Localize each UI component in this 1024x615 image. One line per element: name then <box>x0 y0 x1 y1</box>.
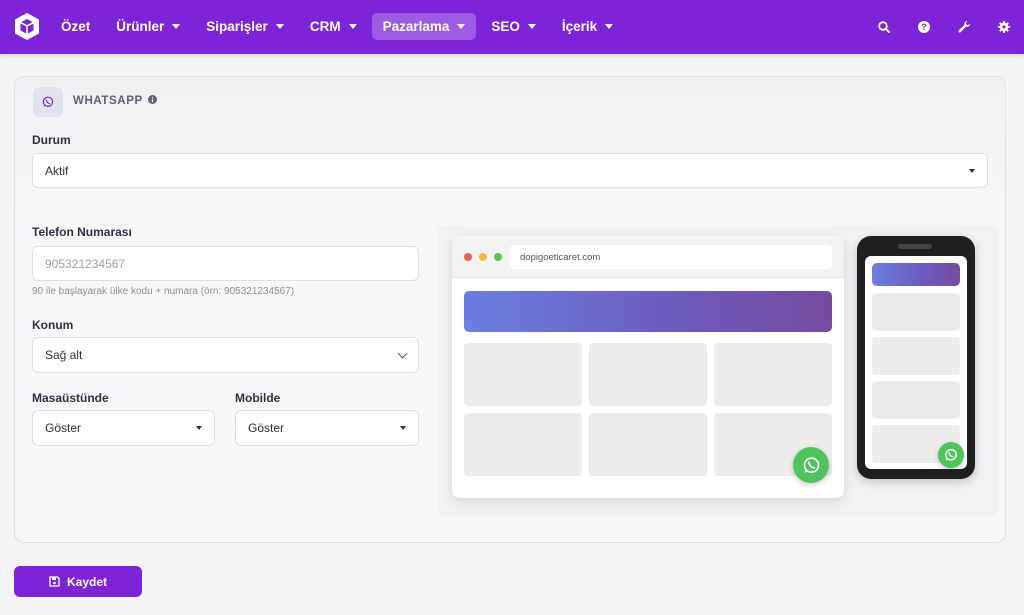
nav-item-label: Pazarlama <box>382 19 450 34</box>
preview-banner <box>872 263 960 286</box>
position-label: Konum <box>32 318 74 332</box>
help-icon[interactable]: ? <box>904 13 944 40</box>
browser-url: dopigoeticaret.com <box>510 245 832 269</box>
caret-down-icon <box>400 426 406 430</box>
desktop-label: Masaüstünde <box>32 391 109 405</box>
nav-item-icerik[interactable]: İçerik <box>551 13 624 40</box>
nav-item-label: Ürünler <box>116 19 165 34</box>
preview-tile <box>872 381 960 419</box>
mobile-preview <box>857 236 975 479</box>
browser-toolbar: dopigoeticaret.com <box>452 236 844 278</box>
status-select[interactable]: Aktif <box>32 153 988 188</box>
caret-down-icon <box>348 24 357 29</box>
nav-item-pazarlama[interactable]: Pazarlama <box>371 13 477 40</box>
caret-down-icon <box>172 24 181 29</box>
whatsapp-icon <box>945 448 957 461</box>
position-select[interactable]: Sağ alt <box>32 337 419 373</box>
preview-tile <box>589 343 707 406</box>
status-label: Durum <box>32 133 71 147</box>
info-icon[interactable] <box>147 95 157 107</box>
preview-tile <box>464 413 582 476</box>
nav-item-label: İçerik <box>561 19 598 34</box>
wrench-icon[interactable] <box>944 13 984 40</box>
nav-item-ozet[interactable]: Özet <box>50 13 101 40</box>
preview-tile <box>872 337 960 375</box>
search-icon[interactable] <box>864 13 904 40</box>
save-button[interactable]: Kaydet <box>14 566 142 597</box>
chevron-down-icon <box>397 348 408 358</box>
cube-logo-icon[interactable] <box>14 12 40 42</box>
phone-input[interactable]: 905321234567 <box>32 246 419 281</box>
phone-placeholder: 905321234567 <box>45 256 126 271</box>
whatsapp-float-button-mobile <box>938 442 964 468</box>
nav-item-label: Siparişler <box>206 19 268 34</box>
save-button-label: Kaydet <box>66 574 107 589</box>
card-title: WHATSAPP <box>73 95 157 107</box>
position-value: Sağ alt <box>45 348 83 362</box>
window-maximize-dot <box>494 253 502 261</box>
window-minimize-dot <box>479 253 487 261</box>
preview-tile <box>872 293 960 331</box>
nav-item-seo[interactable]: SEO <box>480 13 547 40</box>
navbar-actions: ? <box>864 13 1024 40</box>
nav-item-label: SEO <box>491 19 520 34</box>
main-menu: Özet Ürünler Siparişler CRM Pazarlama SE… <box>50 13 628 40</box>
caret-down-icon <box>527 24 536 29</box>
card-title-text: WHATSAPP <box>73 95 143 107</box>
status-value: Aktif <box>45 163 69 178</box>
caret-down-icon <box>275 24 284 29</box>
gear-icon[interactable] <box>984 13 1024 40</box>
preview-tile <box>589 413 707 476</box>
desktop-visibility-select[interactable]: Göster <box>32 410 215 446</box>
nav-item-crm[interactable]: CRM <box>299 13 368 40</box>
phone-speaker <box>898 244 932 249</box>
preview-tile <box>714 343 832 406</box>
phone-label: Telefon Numarası <box>32 225 132 239</box>
nav-item-label: Özet <box>61 19 91 34</box>
desktop-preview: dopigoeticaret.com <box>452 236 844 498</box>
floppy-disk-icon <box>49 576 60 587</box>
nav-item-urunler[interactable]: Ürünler <box>105 13 191 40</box>
caret-down-icon <box>605 24 614 29</box>
mobile-label: Mobilde <box>235 391 281 405</box>
window-close-dot <box>464 253 472 261</box>
mobile-visibility-select[interactable]: Göster <box>235 410 419 446</box>
caret-down-icon <box>457 24 466 29</box>
nav-item-label: CRM <box>309 19 341 34</box>
caret-down-icon <box>196 426 202 430</box>
top-navbar: Özet Ürünler Siparişler CRM Pazarlama SE… <box>0 0 1024 54</box>
preview-banner <box>464 291 832 332</box>
caret-down-icon <box>969 168 975 173</box>
nav-item-siparisler[interactable]: Siparişler <box>195 13 295 40</box>
phone-screen <box>865 256 967 469</box>
preview-tile <box>464 343 582 406</box>
whatsapp-icon <box>33 87 63 117</box>
whatsapp-float-button-desktop <box>793 447 829 483</box>
desktop-value: Göster <box>45 421 82 435</box>
phone-help-text: 90 ile başlayarak ülke kodu + numara (ör… <box>32 286 295 297</box>
svg-text:?: ? <box>921 22 927 32</box>
mobile-value: Göster <box>248 421 285 435</box>
whatsapp-icon <box>803 456 819 473</box>
